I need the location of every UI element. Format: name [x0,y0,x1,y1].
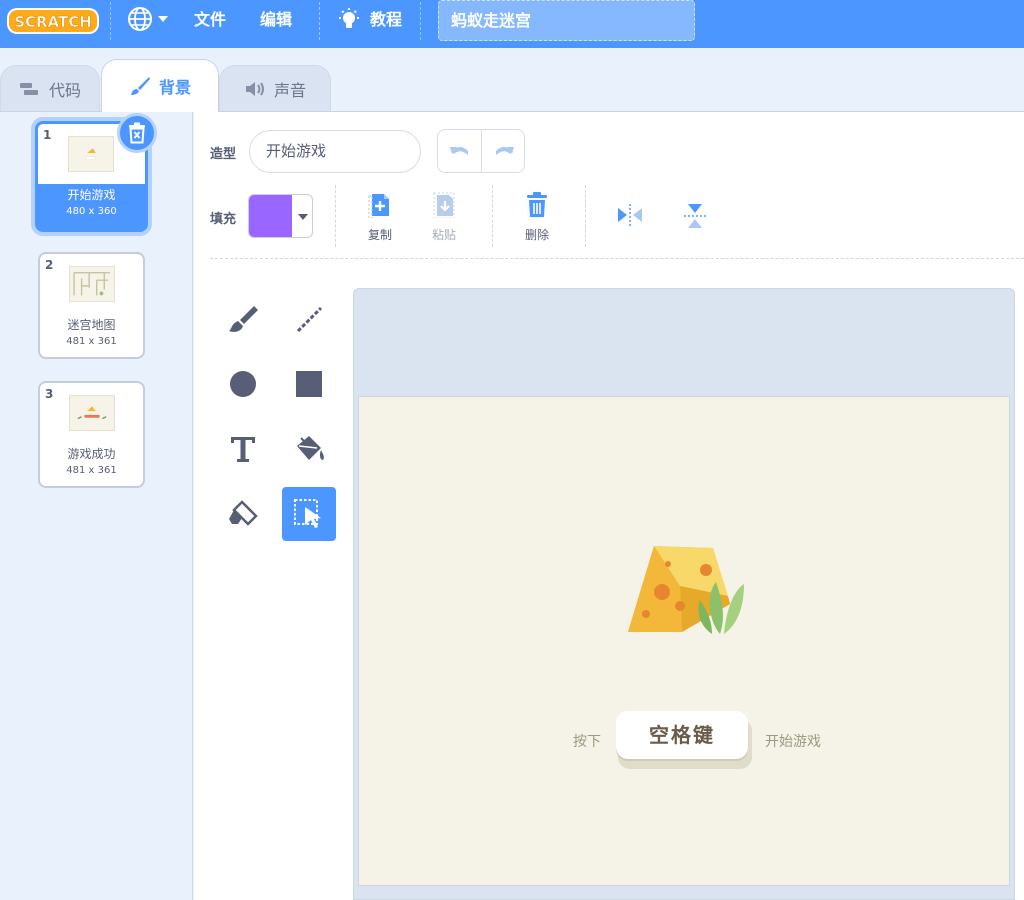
chevron-down-icon [298,214,308,220]
fill-color-picker[interactable] [248,194,313,238]
undo-icon [449,147,468,155]
tab-sounds[interactable]: 声音 [219,65,331,111]
copy-label: 复制 [367,228,392,242]
undo-redo-group [437,129,525,173]
backdrop-size: 480 x 360 [66,206,117,217]
circle-tool[interactable] [216,357,270,411]
trash-icon [129,122,145,144]
delete-button[interactable]: 删除 [519,192,555,243]
flip-vertical-icon [684,204,706,228]
backdrop-index: 3 [45,387,54,401]
menu-bar: SCRATCH 文件 编辑 教程 蚂蚁走迷宫 [0,0,1024,48]
backdrop-item[interactable]: 3 游戏成功 481 x 361 [38,381,145,488]
brush-icon [229,306,258,332]
eraser-icon [229,500,258,526]
backdrop-item[interactable]: 2 迷宫地图 481 x 361 [38,252,145,359]
language-menu[interactable] [126,0,172,40]
rectangle-icon [296,371,322,397]
fill-swatch [249,195,292,237]
stage-press-text: 按下 [573,734,601,750]
fill-tool[interactable] [282,422,336,476]
flip-vertical-button[interactable] [680,201,710,231]
code-blocks-icon [19,82,38,95]
tutorials-menu[interactable]: 教程 [336,0,402,40]
editor-tabs: 代码 背景 声音 [0,48,1024,112]
menu-separator [319,2,320,40]
backdrop-thumbnail [68,136,114,172]
menu-separator [110,2,111,40]
backdrop-index: 1 [43,128,52,142]
cheese-illustration [628,546,744,634]
svg-text:SCRATCH: SCRATCH [14,13,92,31]
scratch-logo[interactable]: SCRATCH [6,6,100,36]
select-icon [294,499,321,528]
backdrop-size: 481 x 361 [66,465,117,476]
speaker-icon [245,81,264,96]
text-icon [231,437,255,462]
space-key: 空格键 [616,711,752,769]
tutorials-label: 教程 [370,10,403,29]
file-menu[interactable]: 文件 [194,0,226,40]
backdrop-name: 开始游戏 [67,188,116,202]
tab-backdrops[interactable]: 背景 [101,59,219,112]
backdrop-name: 游戏成功 [67,447,116,461]
costume-name-label: 造型 [210,147,237,162]
tab-backdrops-label: 背景 [158,78,191,97]
text-tool[interactable] [216,422,270,476]
edit-menu[interactable]: 编辑 [260,0,292,40]
paintbrush-icon [130,77,150,95]
brush-tool[interactable] [216,292,270,346]
trash-icon [527,192,547,217]
costume-name-input[interactable]: 开始游戏 [249,130,421,173]
redo-button[interactable] [482,130,525,172]
flip-horizontal-icon [618,204,642,226]
line-icon [296,306,323,333]
delete-backdrop-button[interactable] [117,113,157,153]
backdrop-thumbnail [69,266,115,302]
lightbulb-icon [339,8,359,28]
select-tool[interactable] [282,487,336,541]
delete-label: 删除 [524,228,549,242]
paste-button[interactable]: 粘贴 [426,192,462,243]
paste-icon [433,192,455,218]
fill-bucket-icon [297,436,324,460]
space-key-label: 空格键 [616,711,748,759]
circle-icon [230,371,256,397]
rectangle-tool[interactable] [282,357,336,411]
globe-icon [128,7,168,31]
line-tool[interactable] [282,292,336,346]
backdrop-index: 2 [45,258,54,272]
backdrop-name: 迷宫地图 [67,318,116,332]
tab-code[interactable]: 代码 [0,65,100,111]
flip-horizontal-button[interactable] [614,202,646,228]
backdrop-size: 481 x 361 [66,336,117,347]
drawing-stage[interactable] [358,396,1010,886]
copy-icon [368,194,389,218]
menu-separator [420,2,421,40]
project-title-input[interactable]: 蚂蚁走迷宫 [438,0,695,41]
stage-start-text: 开始游戏 [765,734,821,750]
backdrop-thumbnail [69,395,115,431]
eraser-tool[interactable] [216,487,270,541]
redo-icon [495,147,514,155]
tab-code-label: 代码 [48,80,81,100]
fill-label: 填充 [210,212,237,227]
paste-label: 粘贴 [431,228,456,242]
tab-sounds-label: 声音 [273,80,306,100]
undo-button[interactable] [438,130,481,172]
copy-button[interactable]: 复制 [362,192,398,243]
